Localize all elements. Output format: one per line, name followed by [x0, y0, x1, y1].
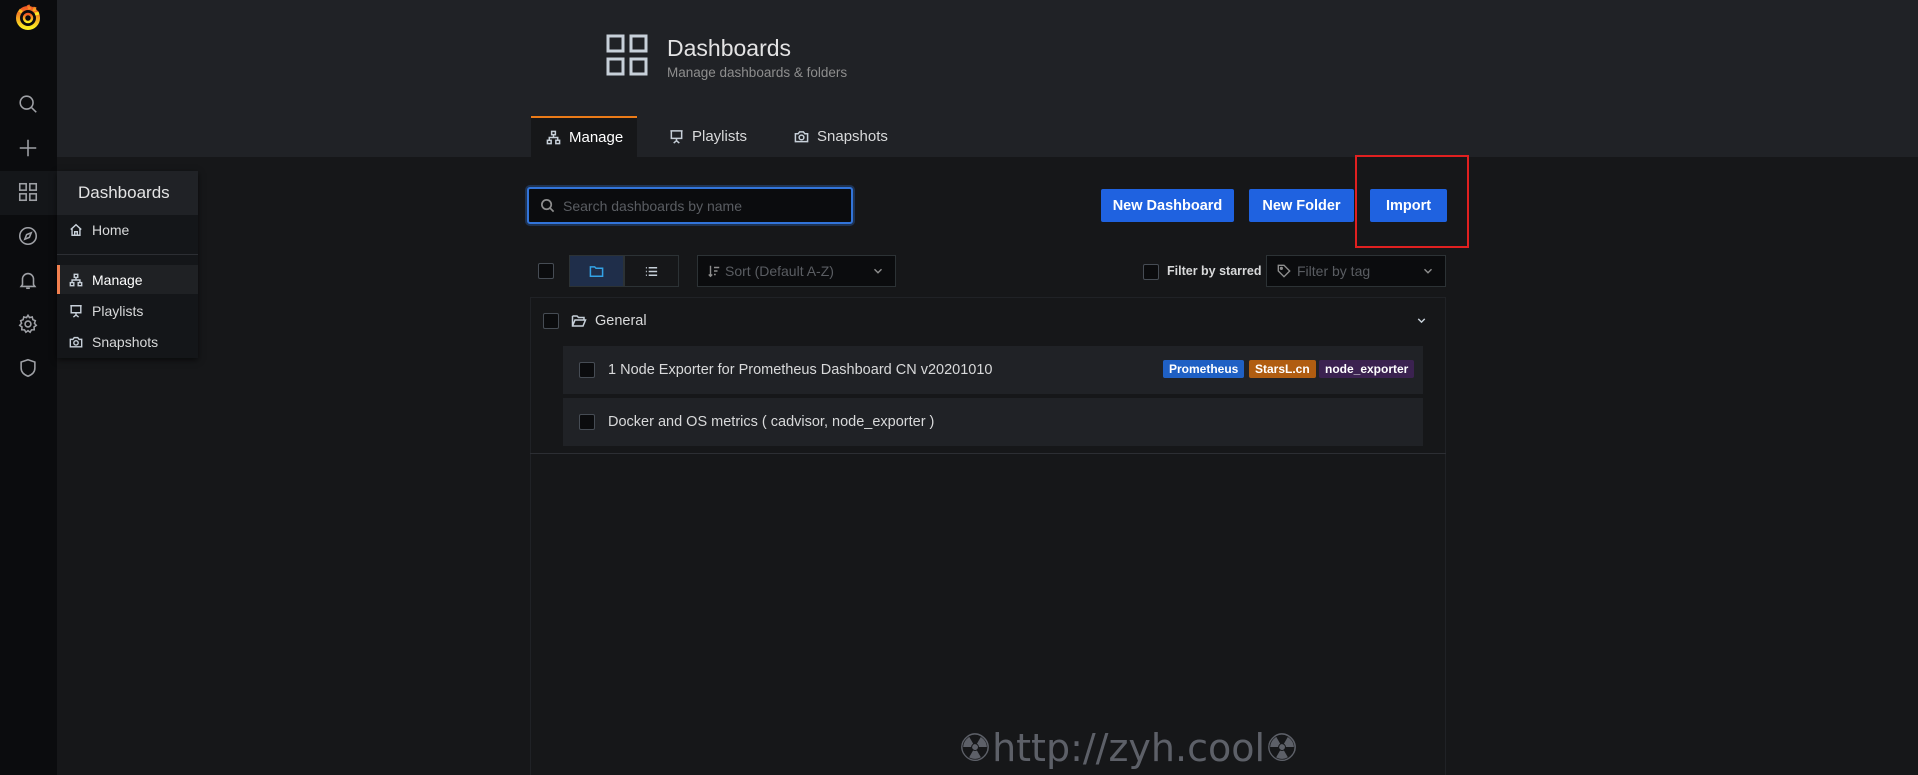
submenu-item-label: Home: [92, 221, 130, 238]
import-highlight-box: [1355, 155, 1469, 248]
page-title: Dashboards: [667, 35, 792, 61]
submenu-item-label: Snapshots: [92, 333, 159, 350]
tag-node-exporter[interactable]: node_exporter: [1319, 360, 1415, 378]
new-dashboard-button[interactable]: New Dashboard: [1101, 189, 1234, 222]
folder-view-toggle[interactable]: [569, 255, 624, 287]
starred-filter-checkbox[interactable]: [1143, 264, 1159, 280]
tab-label: Snapshots: [817, 128, 888, 145]
submenu-title: Dashboards: [57, 171, 198, 215]
page-header: Dashboards Manage dashboards & folders M…: [57, 0, 1918, 157]
submenu-item-label: Manage: [92, 271, 143, 288]
submenu-item-snapshots[interactable]: Snapshots: [57, 327, 198, 356]
search-input[interactable]: [563, 197, 843, 214]
folder-row-general[interactable]: General: [540, 306, 1435, 336]
sitemap-icon: [546, 130, 561, 145]
tag-filter-placeholder: Filter by tag: [1297, 263, 1371, 279]
chevron-down-icon: [1424, 268, 1432, 274]
dashboards-submenu: Dashboards Home Manage Playlists Snapsho…: [57, 171, 198, 358]
tab-manage[interactable]: Manage: [531, 116, 638, 157]
dashboard-checkbox[interactable]: [579, 362, 595, 378]
sitemap-icon: [69, 273, 83, 286]
submenu-item-manage[interactable]: Manage: [57, 265, 198, 294]
compass-icon[interactable]: [16, 224, 40, 248]
presentation-icon: [670, 130, 683, 144]
folder-icon: [589, 265, 604, 277]
search-icon: [541, 199, 555, 213]
folder-checkbox[interactable]: [543, 313, 559, 329]
sort-select[interactable]: Sort (Default A-Z): [697, 255, 896, 287]
dashboard-title: Docker and OS metrics ( cadvisor, node_e…: [608, 414, 935, 430]
select-all-checkbox[interactable]: [538, 263, 554, 279]
chevron-down-icon: [874, 268, 882, 274]
list-divider: [530, 453, 1446, 454]
dashboard-checkbox[interactable]: [579, 414, 595, 430]
folder-open-icon: [571, 315, 587, 327]
list-icon: [645, 266, 658, 276]
chevron-down-icon[interactable]: [1415, 314, 1428, 327]
folder-name: General: [595, 313, 647, 329]
list-view-toggle[interactable]: [624, 255, 679, 287]
grafana-logo[interactable]: [13, 2, 43, 32]
sort-icon: [708, 265, 720, 278]
dashboard-row[interactable]: Docker and OS metrics ( cadvisor, node_e…: [563, 398, 1423, 446]
new-folder-button[interactable]: New Folder: [1249, 189, 1354, 222]
tag-starsl[interactable]: StarsL.cn: [1249, 360, 1316, 378]
submenu-item-label: Playlists: [92, 302, 144, 319]
submenu-divider: [57, 254, 198, 255]
sort-select-value: Sort (Default A-Z): [725, 263, 834, 279]
tab-label: Manage: [569, 129, 624, 146]
dashboard-title: 1 Node Exporter for Prometheus Dashboard…: [608, 362, 993, 378]
camera-icon: [69, 336, 83, 348]
tab-label: Playlists: [692, 128, 748, 145]
search-icon[interactable]: [16, 92, 40, 116]
gear-icon[interactable]: [16, 312, 40, 336]
tag-icon: [1277, 264, 1291, 278]
tag-prometheus[interactable]: Prometheus: [1163, 360, 1245, 378]
apps-icon: [606, 34, 648, 76]
submenu-item-home[interactable]: Home: [57, 215, 198, 244]
tag-filter-select[interactable]: Filter by tag: [1266, 255, 1446, 287]
watermark-text: ☢http://zyh.cool☢: [958, 726, 1300, 770]
side-menu: [0, 0, 57, 775]
bell-icon[interactable]: [16, 268, 40, 292]
camera-icon: [794, 131, 809, 143]
shield-icon[interactable]: [16, 356, 40, 380]
tab-playlists[interactable]: Playlists: [669, 116, 747, 157]
home-icon: [70, 223, 82, 236]
search-box[interactable]: [527, 187, 853, 224]
apps-icon[interactable]: [16, 180, 40, 204]
starred-filter-label: Filter by starred: [1167, 264, 1262, 278]
dashboard-row[interactable]: 1 Node Exporter for Prometheus Dashboard…: [563, 346, 1423, 394]
page-subtitle: Manage dashboards & folders: [667, 65, 848, 80]
tab-snapshots[interactable]: Snapshots: [794, 116, 888, 157]
submenu-item-playlists[interactable]: Playlists: [57, 296, 198, 325]
plus-icon[interactable]: [16, 136, 40, 160]
presentation-icon: [70, 304, 82, 318]
